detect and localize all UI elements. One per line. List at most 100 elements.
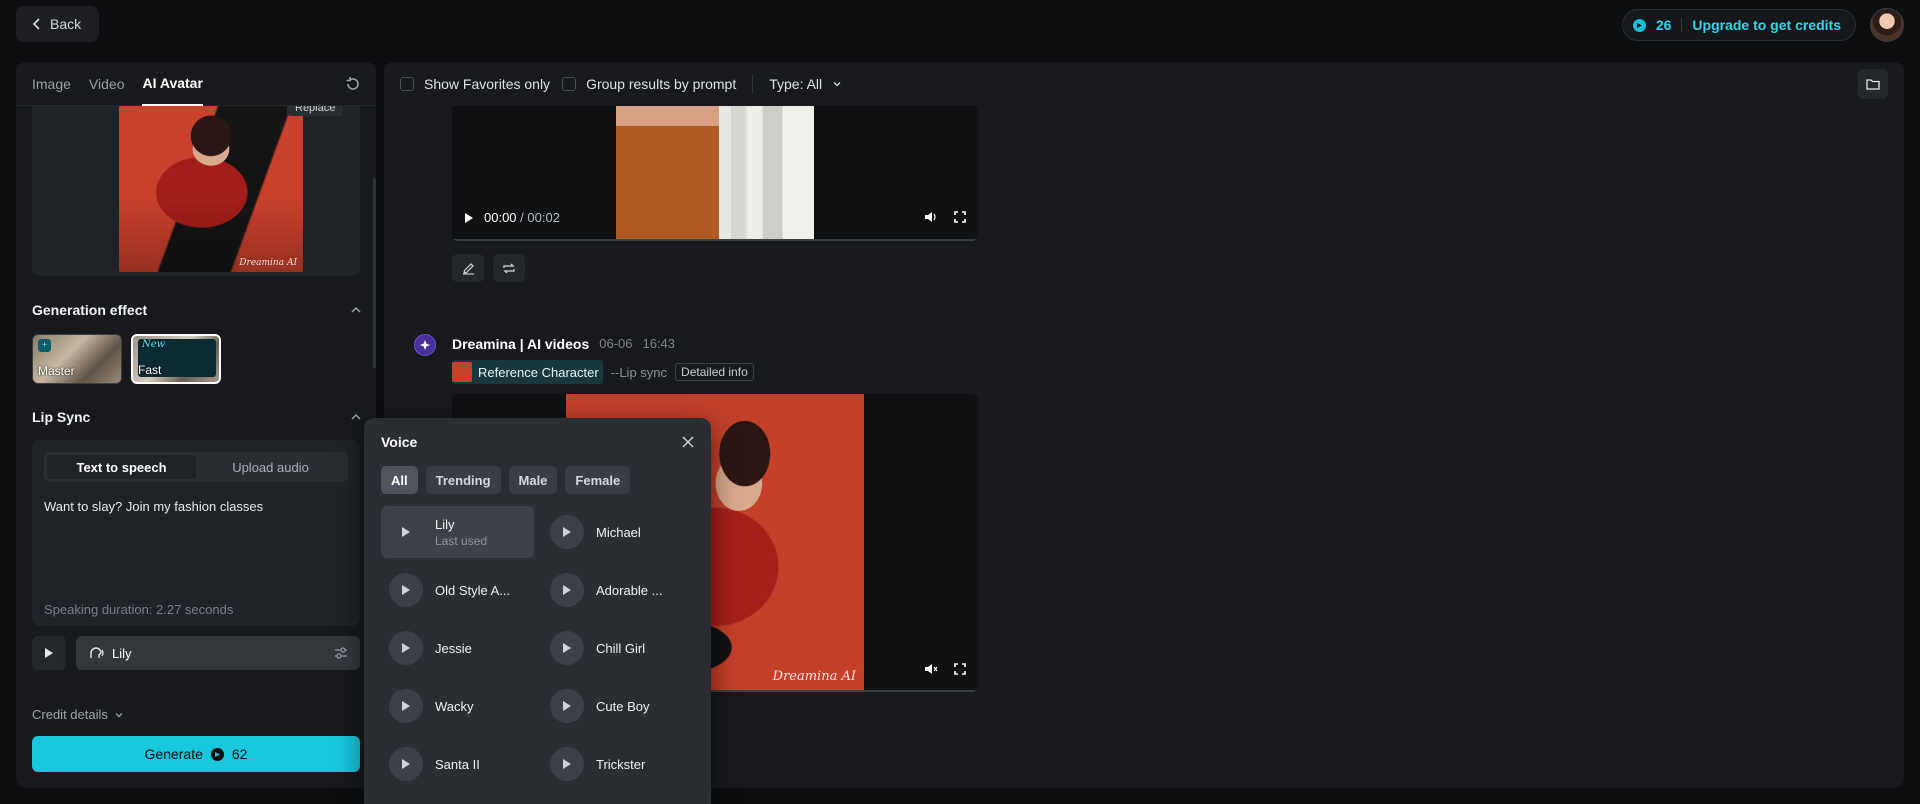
voice-selector[interactable]: Lily xyxy=(76,636,360,670)
play-icon xyxy=(563,585,571,595)
speaking-duration: Speaking duration: 2.27 seconds xyxy=(44,602,234,617)
play-voice-button[interactable] xyxy=(389,689,423,723)
effect-fast[interactable]: New Fast xyxy=(131,334,221,384)
generate-button[interactable]: Generate 62 xyxy=(32,736,360,772)
play-voice-button[interactable] xyxy=(550,689,584,723)
voice-card-chill-girl[interactable]: Chill Girl xyxy=(542,622,695,674)
voice-filters: All Trending Male Female xyxy=(381,466,631,494)
video-right-controls xyxy=(924,211,966,223)
watermark: Dreamina AI xyxy=(239,258,297,268)
upload-audio-tab[interactable]: Upload audio xyxy=(196,455,345,479)
back-label: Back xyxy=(50,16,82,32)
prompt-row: Reference Character --Lip sync Detailed … xyxy=(452,360,754,384)
tab-image[interactable]: Image xyxy=(32,62,71,106)
play-voice-button[interactable] xyxy=(550,747,584,781)
watermark: Dreamina AI xyxy=(772,669,856,684)
lip-sync-title: Lip Sync xyxy=(32,409,91,425)
regenerate-button[interactable] xyxy=(493,254,525,282)
voice-popup-title: Voice xyxy=(381,434,418,450)
lip-sync-mode-toggle: Text to speech Upload audio xyxy=(44,452,348,482)
user-avatar[interactable] xyxy=(1870,8,1904,42)
play-voice-button[interactable] xyxy=(550,573,584,607)
reference-character-image[interactable]: Dreamina AI xyxy=(119,106,303,272)
effect-master[interactable]: + Master xyxy=(32,334,122,384)
filter-female[interactable]: Female xyxy=(565,466,631,494)
voice-list: Lily Last used Michael Old Style A... Ado… xyxy=(381,506,695,790)
credits-pill[interactable]: 26 Upgrade to get credits xyxy=(1621,9,1856,41)
voice-name: Trickster xyxy=(596,756,646,772)
close-icon[interactable] xyxy=(681,435,695,449)
tab-video[interactable]: Video xyxy=(89,62,125,106)
voice-name: Jessie xyxy=(435,640,472,656)
voice-card-santa-ii[interactable]: Santa II xyxy=(381,738,534,790)
voice-name: Adorable ... xyxy=(596,582,663,598)
generation-date: 06-06 xyxy=(599,336,633,351)
play-icon[interactable] xyxy=(464,212,474,224)
play-voice-button[interactable] xyxy=(389,747,423,781)
back-button[interactable]: Back xyxy=(16,6,100,42)
chevron-up-icon[interactable] xyxy=(350,411,362,423)
edit-button[interactable] xyxy=(452,254,484,282)
voice-name: Old Style A... xyxy=(435,582,511,598)
video-progress-bar[interactable] xyxy=(452,239,978,241)
play-icon xyxy=(402,759,410,769)
replace-button[interactable]: Replace xyxy=(287,106,344,116)
video-thumbnail xyxy=(616,106,814,241)
voice-card-wacky[interactable]: Wacky xyxy=(381,680,534,732)
credit-coin-icon xyxy=(1632,18,1646,32)
generation-header: Dreamina | AI videos 06-06 16:43 xyxy=(452,336,675,352)
reference-character-chip[interactable]: Reference Character xyxy=(452,360,603,384)
play-voice-button[interactable] xyxy=(550,515,584,549)
voice-card-jessie[interactable]: Jessie xyxy=(381,622,534,674)
fullscreen-icon[interactable] xyxy=(954,211,966,223)
tab-ai-avatar[interactable]: AI Avatar xyxy=(142,62,203,106)
selected-voice-name: Lily xyxy=(112,645,132,661)
filter-male[interactable]: Male xyxy=(508,466,558,494)
filter-all[interactable]: All xyxy=(381,466,418,494)
effect-label: Fast xyxy=(138,363,162,377)
pencil-icon xyxy=(462,262,474,275)
favorites-checkbox[interactable] xyxy=(400,77,414,91)
voice-name: Lily xyxy=(435,516,455,532)
voice-card-lily[interactable]: Lily Last used xyxy=(381,506,534,558)
chevron-up-icon[interactable] xyxy=(350,304,362,316)
fullscreen-icon[interactable] xyxy=(954,663,966,675)
effect-label: Master xyxy=(38,364,75,378)
mute-icon[interactable] xyxy=(924,663,938,675)
voice-name: Cute Boy xyxy=(596,698,650,714)
credit-coin-icon xyxy=(210,747,224,761)
credit-details-toggle[interactable]: Credit details xyxy=(32,707,124,722)
favorites-label: Show Favorites only xyxy=(424,76,551,92)
voice-card-cute-boy[interactable]: Cute Boy xyxy=(542,680,695,732)
play-voice-button[interactable] xyxy=(550,631,584,665)
detailed-info-button[interactable]: Detailed info xyxy=(675,363,754,381)
video-player[interactable]: 00:00 / 00:02 xyxy=(452,106,978,241)
folder-button[interactable] xyxy=(1858,69,1888,99)
speech-text-input[interactable]: Want to slay? Join my fashion classes xyxy=(44,499,263,514)
voice-card-adorable[interactable]: Adorable ... xyxy=(542,564,695,616)
group-checkbox[interactable] xyxy=(562,77,577,91)
volume-icon[interactable] xyxy=(924,211,938,223)
play-icon xyxy=(402,585,410,595)
play-voice-button[interactable] xyxy=(389,573,423,607)
type-dropdown[interactable]: Type: All xyxy=(769,76,842,92)
voice-card-old-style[interactable]: Old Style A... xyxy=(381,564,534,616)
group-filter[interactable]: Group results by prompt xyxy=(562,76,736,92)
voice-card-trickster[interactable]: Trickster xyxy=(542,738,695,790)
play-voice-button[interactable] xyxy=(389,515,423,549)
text-to-speech-tab[interactable]: Text to speech xyxy=(47,455,196,479)
reset-icon[interactable] xyxy=(344,75,362,93)
play-icon xyxy=(563,701,571,711)
play-icon xyxy=(563,643,571,653)
scrollbar[interactable] xyxy=(373,178,376,368)
favorites-filter[interactable]: Show Favorites only xyxy=(400,76,550,92)
upgrade-link[interactable]: Upgrade to get credits xyxy=(1692,17,1841,33)
play-icon xyxy=(563,527,571,537)
type-label: Type: All xyxy=(769,76,823,92)
filter-trending[interactable]: Trending xyxy=(425,466,501,494)
preview-voice-button[interactable] xyxy=(32,636,66,670)
sliders-icon[interactable] xyxy=(334,646,348,660)
voice-card-michael[interactable]: Michael xyxy=(542,506,695,558)
play-voice-button[interactable] xyxy=(389,631,423,665)
mode-label: --Lip sync xyxy=(610,364,668,380)
